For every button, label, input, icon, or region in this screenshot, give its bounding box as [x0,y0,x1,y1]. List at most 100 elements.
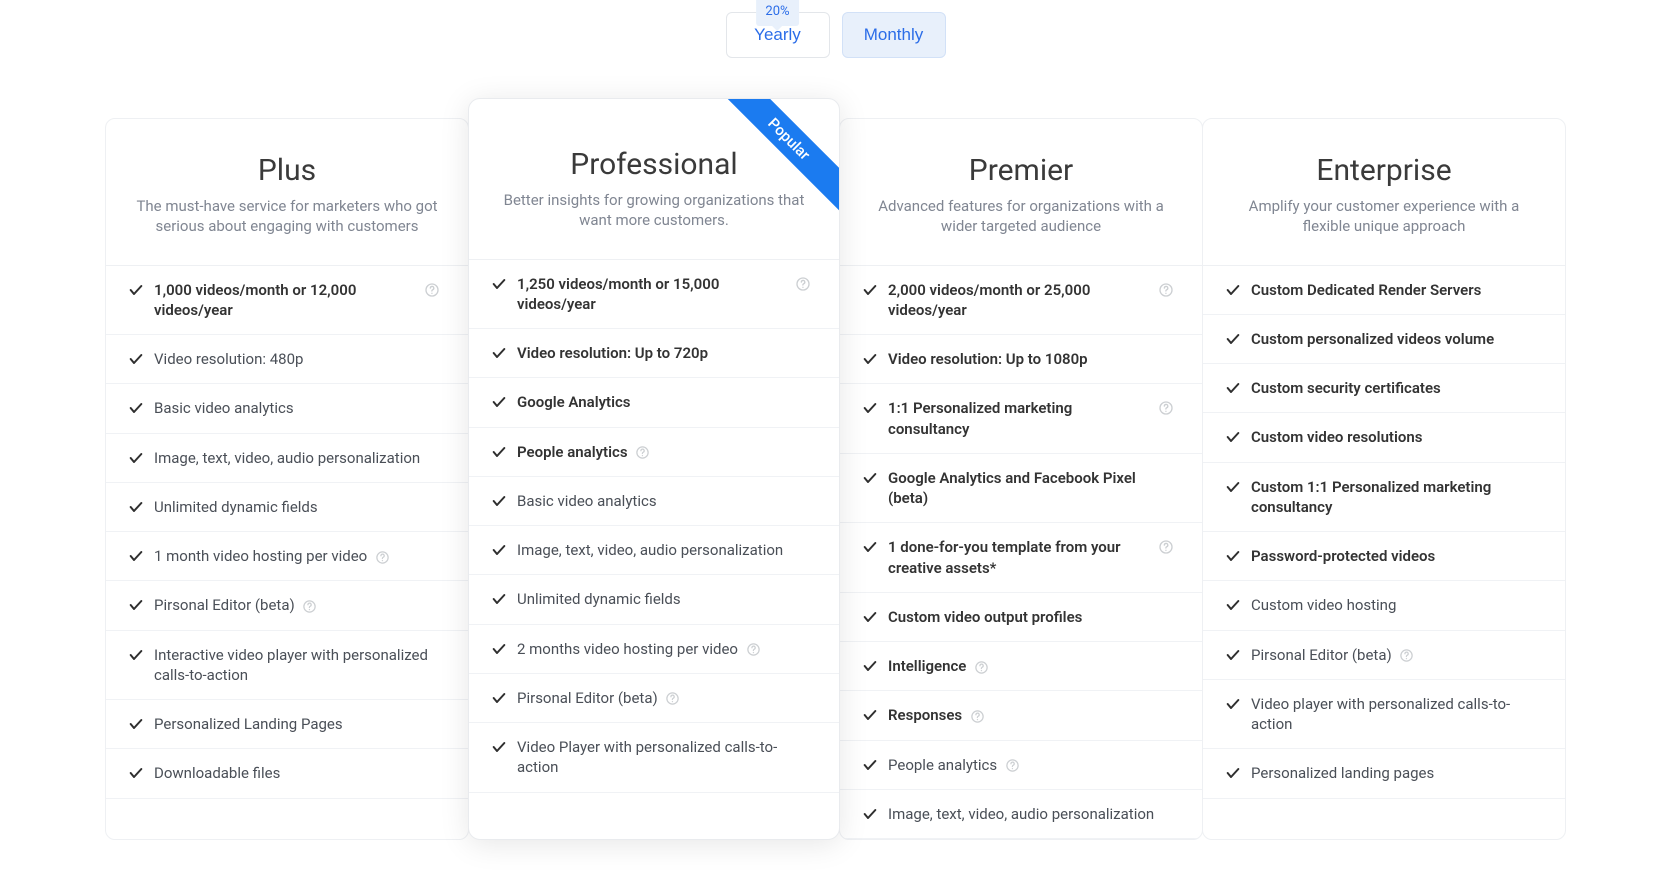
feature-text: Downloadable files [154,763,440,783]
save-badge: Save 20% [756,0,800,26]
checkmark-icon [491,394,507,410]
checkmark-icon [1225,479,1241,495]
feature-text: 1,000 videos/month or 12,000 videos/year [154,280,414,321]
feature-item: 1 done-for-you template from your creati… [840,523,1202,593]
feature-text: Video player with personalized calls-to-… [1251,694,1537,735]
help-icon[interactable] [795,276,811,292]
plan-header: EnterpriseAmplify your customer experien… [1203,119,1565,265]
help-icon[interactable] [1158,539,1174,555]
checkmark-icon [862,609,878,625]
checkmark-icon [491,641,507,657]
toggle-yearly-wrap: Save 20% Yearly [726,12,830,58]
checkmark-icon [128,647,144,663]
feature-text: Image, text, video, audio personalizatio… [888,804,1174,824]
feature-text: Video resolution: 480p [154,349,440,369]
feature-item: People analytics [469,428,839,477]
feature-text: Pirsonal Editor (beta) [1251,645,1537,665]
feature-item: 1 month video hosting per video [106,532,468,581]
checkmark-icon [491,444,507,460]
plan-header: Professional Better insights for growing … [469,99,839,259]
plan-features: 1,000 videos/month or 12,000 videos/year… [106,265,468,799]
feature-item: Google Analytics [469,378,839,427]
plans-row: Plus The must-have service for marketers … [0,98,1671,840]
feature-item: Video resolution: Up to 720p [469,329,839,378]
feature-item: Intelligence [840,642,1202,691]
plan-header: Plus The must-have service for marketers … [106,119,468,265]
help-icon[interactable] [1158,282,1174,298]
feature-item: Image, text, video, audio personalizatio… [840,790,1202,839]
feature-text: Custom personalized videos volume [1251,329,1537,349]
feature-item: Video player with personalized calls-to-… [1203,680,1565,750]
checkmark-icon [862,282,878,298]
plan-card-premier: PremierAdvanced features for organizatio… [839,118,1203,840]
feature-item: Custom 1:1 Personalized marketing consul… [1203,463,1565,533]
help-icon[interactable] [375,550,390,565]
checkmark-icon [1225,696,1241,712]
plan-card-plus: Plus The must-have service for marketers … [105,118,469,840]
checkmark-icon [862,351,878,367]
feature-item: Basic video analytics [106,384,468,433]
checkmark-icon [491,739,507,755]
plan-subtitle: The must-have service for marketers who … [130,196,444,237]
help-icon[interactable] [424,282,440,298]
feature-text: 1:1 Personalized marketing consultancy [888,398,1148,439]
feature-text: Unlimited dynamic fields [154,497,440,517]
help-icon[interactable] [1005,758,1020,773]
save-badge-line2: 20% [764,5,792,20]
checkmark-icon [1225,548,1241,564]
feature-text: Google Analytics and Facebook Pixel (bet… [888,468,1174,509]
feature-item: Downloadable files [106,749,468,798]
checkmark-icon [491,276,507,292]
feature-text: Responses [888,705,1174,725]
toggle-monthly-button[interactable]: Monthly [842,12,946,58]
plan-subtitle: Advanced features for organizations with… [864,196,1178,237]
plan-card-professional: PopularProfessionalBetter insights for g… [468,98,840,840]
feature-item: Video resolution: Up to 1080p [840,335,1202,384]
feature-text: Pirsonal Editor (beta) [517,688,811,708]
checkmark-icon [491,345,507,361]
help-icon[interactable] [974,660,989,675]
feature-item: Custom personalized videos volume [1203,315,1565,364]
checkmark-icon [1225,765,1241,781]
feature-item: Pirsonal Editor (beta) [1203,631,1565,680]
help-icon[interactable] [635,445,650,460]
feature-text: Password-protected videos [1251,546,1537,566]
plan-subtitle: Amplify your customer experience with a … [1227,196,1541,237]
help-icon[interactable] [1399,648,1414,663]
help-icon[interactable] [302,599,317,614]
help-icon[interactable] [970,709,985,724]
feature-item: Image, text, video, audio personalizatio… [469,526,839,575]
feature-text: Video Player with personalized calls-to-… [517,737,811,778]
plan-title: Professional [493,147,815,182]
help-icon[interactable] [665,691,680,706]
feature-item: Unlimited dynamic fields [106,483,468,532]
feature-text: Intelligence [888,656,1174,676]
feature-item: Password-protected videos [1203,532,1565,581]
feature-text: Image, text, video, audio personalizatio… [154,448,440,468]
feature-text: Custom 1:1 Personalized marketing consul… [1251,477,1537,518]
help-icon[interactable] [1158,400,1174,416]
checkmark-icon [491,690,507,706]
feature-text: Custom Dedicated Render Servers [1251,280,1537,300]
feature-text: 2,000 videos/month or 25,000 videos/year [888,280,1148,321]
feature-text: 1 done-for-you template from your creati… [888,537,1148,578]
checkmark-icon [1225,429,1241,445]
checkmark-icon [862,757,878,773]
checkmark-icon [128,351,144,367]
feature-item: Video Player with personalized calls-to-… [469,723,839,793]
plan-title: Plus [130,153,444,188]
help-icon[interactable] [746,642,761,657]
feature-item: 2,000 videos/month or 25,000 videos/year [840,266,1202,336]
feature-text: Basic video analytics [154,398,440,418]
checkmark-icon [1225,647,1241,663]
checkmark-icon [1225,597,1241,613]
checkmark-icon [128,765,144,781]
feature-text: People analytics [517,442,811,462]
plan-subtitle: Better insights for growing organization… [493,190,815,231]
feature-item: Custom video hosting [1203,581,1565,630]
plan-card-enterprise: EnterpriseAmplify your customer experien… [1202,118,1566,840]
checkmark-icon [862,470,878,486]
feature-item: Personalized landing pages [1203,749,1565,798]
checkmark-icon [862,400,878,416]
feature-text: Custom video hosting [1251,595,1537,615]
